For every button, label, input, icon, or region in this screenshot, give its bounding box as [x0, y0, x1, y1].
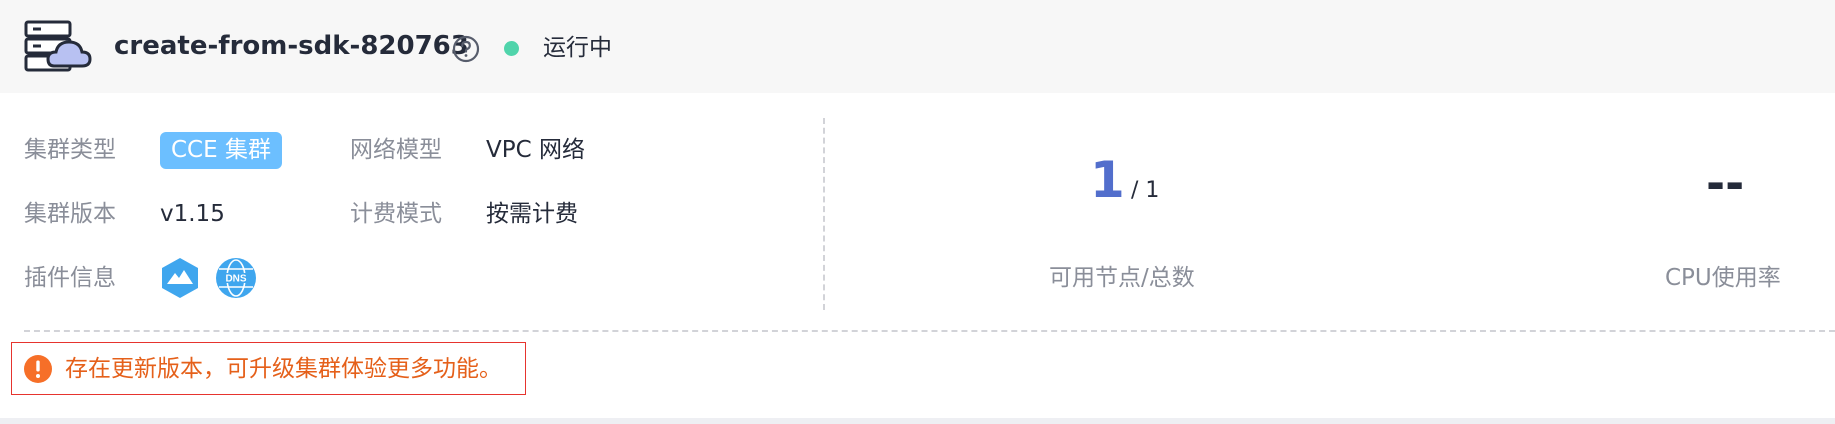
network-model-value: VPC 网络: [486, 137, 585, 163]
status-text: 运行中: [543, 35, 612, 61]
server-cloud-icon: [24, 20, 92, 72]
cluster-overview-card: create-from-sdk-820763 运行中 集群类型 CCE 集群 网…: [0, 0, 1835, 424]
available-nodes-label: 可用节点/总数: [1049, 265, 1195, 291]
cluster-version-value: v1.15: [160, 201, 225, 227]
mountain-addon-icon[interactable]: [159, 257, 201, 299]
upgrade-alert[interactable]: 存在更新版本，可升级集群体验更多功能。: [11, 342, 526, 395]
billing-mode-value: 按需计费: [486, 201, 578, 227]
bottom-edge: [0, 418, 1835, 424]
upgrade-alert-text: 存在更新版本，可升级集群体验更多功能。: [65, 356, 502, 382]
vertical-divider: [823, 118, 825, 310]
cluster-name: create-from-sdk-820763: [114, 31, 469, 61]
cluster-type-tag: CCE 集群: [160, 132, 282, 169]
horizontal-divider: [24, 330, 1835, 332]
exclamation-circle-icon: [24, 355, 52, 383]
question-circle-icon[interactable]: [452, 35, 480, 63]
addons-label: 插件信息: [24, 265, 116, 291]
total-nodes-count: / 1: [1131, 178, 1160, 203]
cpu-usage-value: --: [1706, 156, 1745, 210]
available-nodes-count: 1: [1090, 151, 1125, 209]
cluster-type-label: 集群类型: [24, 137, 116, 163]
cluster-version-label: 集群版本: [24, 201, 116, 227]
cpu-usage-label: CPU使用率: [1665, 265, 1781, 291]
status-indicator: [504, 41, 519, 56]
billing-mode-label: 计费模式: [350, 201, 442, 227]
dns-addon-icon[interactable]: DNS: [215, 257, 257, 299]
dns-icon-text: DNS: [225, 274, 246, 285]
cluster-header: create-from-sdk-820763 运行中: [0, 0, 1835, 93]
network-model-label: 网络模型: [350, 137, 442, 163]
